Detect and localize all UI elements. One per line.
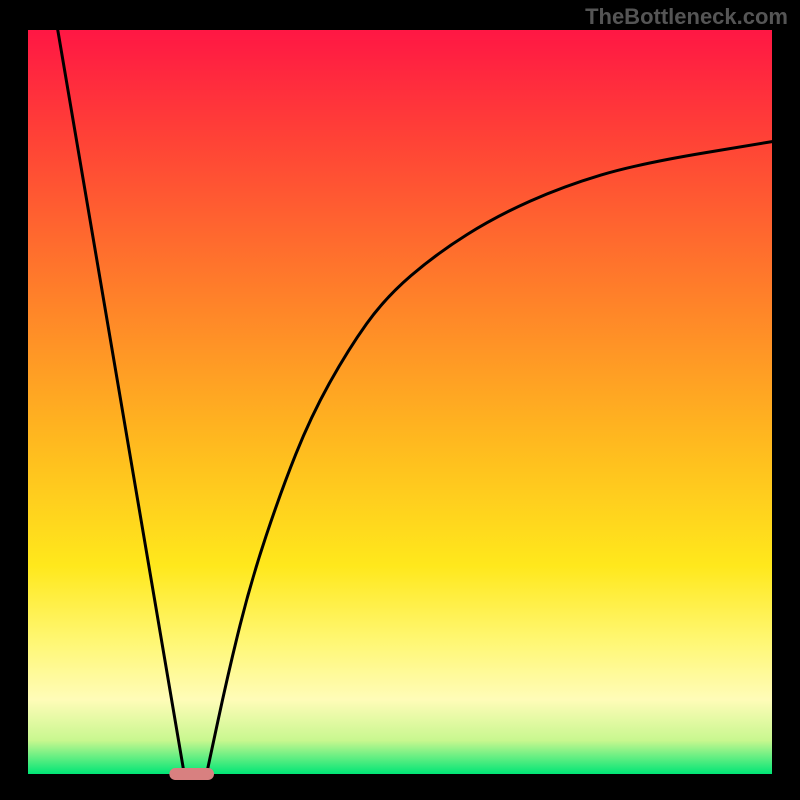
- chart-background: [28, 30, 772, 774]
- watermark-text: TheBottleneck.com: [585, 4, 788, 30]
- bottleneck-chart: [0, 0, 800, 800]
- chart-container: TheBottleneck.com: [0, 0, 800, 800]
- bottleneck-marker: [169, 768, 214, 780]
